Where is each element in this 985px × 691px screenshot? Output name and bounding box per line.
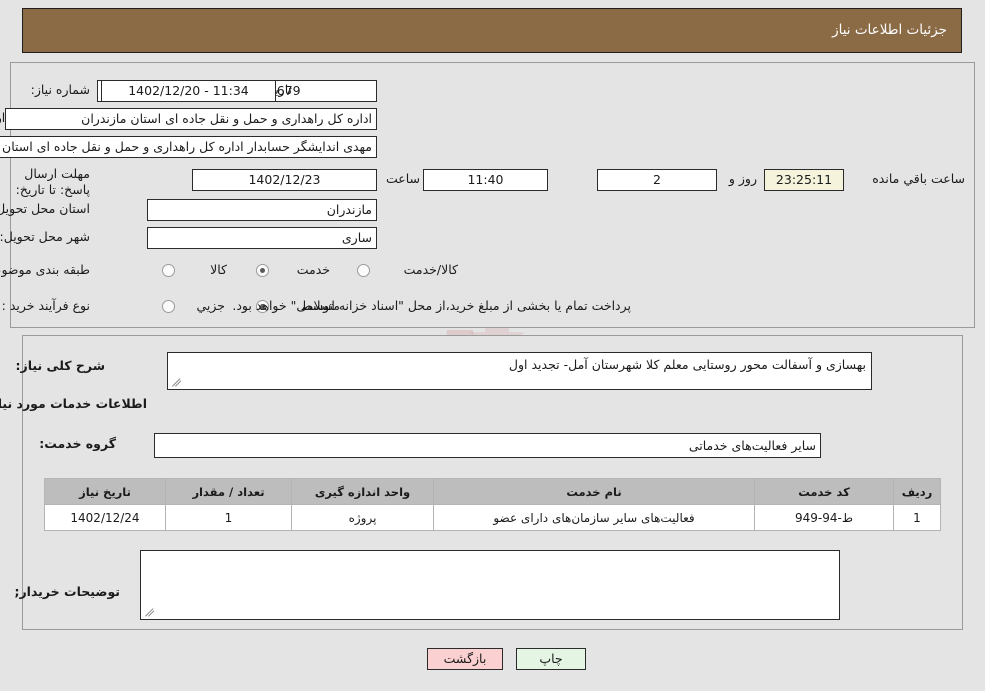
resize-grip-icon-notes[interactable]: [144, 605, 156, 617]
services-heading: اطلاعات خدمات مورد نیاز: [0, 396, 147, 411]
th-quantity: تعداد / مقدار: [165, 478, 292, 505]
field-buyer-org: اداره کل راهداری و حمل و نقل جاده ای است…: [5, 108, 377, 130]
label-need-summary: شرح کلی نیاز:: [15, 358, 105, 373]
label-service-group: گروه خدمت:: [39, 436, 116, 451]
need-summary-text: بهسازی و آسفالت محور روستایی معلم کلا شه…: [508, 357, 866, 372]
th-service-code: کد خدمت: [754, 478, 894, 505]
radio-category-khedmat[interactable]: [256, 264, 269, 277]
label-need-number: شماره نیاز:: [30, 82, 90, 97]
print-button[interactable]: چاپ: [516, 648, 586, 670]
field-announce-datetime: 11:34 - 1402/12/20: [101, 80, 276, 102]
field-requester: مهدی اندایشگر حسابدار اداره کل راهداری و…: [0, 136, 377, 158]
label-hour: ساعت: [385, 171, 420, 186]
field-deadline-date: 1402/12/23: [192, 169, 377, 191]
label-buyer-notes: توضیحات خریدار;: [14, 584, 120, 599]
services-table: ردیف کد خدمت نام خدمت واحد اندازه گیری ت…: [44, 478, 941, 531]
label-remaining: ساعت باقي مانده: [872, 171, 965, 186]
label-category-khedmat: خدمت: [296, 262, 330, 277]
table-row: 1 ط-94-949 فعالیت‌های سایر سازمان‌های دا…: [44, 504, 941, 531]
radio-process-jozyi[interactable]: [162, 300, 175, 313]
cell-unit: پروژه: [291, 504, 434, 531]
cell-row: 1: [893, 504, 941, 531]
cell-need-date: 1402/12/24: [44, 504, 166, 531]
page-root: AnaTender.net جزئیات اطلاعات نیاز شماره …: [0, 0, 985, 691]
th-need-date: تاریخ نیاز: [44, 478, 166, 505]
field-remaining-time: 23:25:11: [764, 169, 844, 191]
label-category-kala-khedmat: کالا/خدمت: [403, 262, 458, 277]
label-province: استان محل تحویل:: [0, 201, 90, 216]
label-category: طبقه بندی موضوعی:: [0, 262, 90, 277]
resize-grip-icon[interactable]: [171, 375, 183, 387]
label-city: شهر محل تحویل:: [0, 229, 90, 244]
field-buyer-notes[interactable]: [140, 550, 840, 620]
th-unit: واحد اندازه گیری: [291, 478, 434, 505]
cell-service-name: فعالیت‌های سایر سازمان‌های دارای عضو: [433, 504, 755, 531]
label-process-type: نوع فرآیند خرید :: [1, 298, 90, 313]
field-remaining-days: 2: [597, 169, 717, 191]
label-days-and: روز و: [728, 171, 757, 186]
label-deadline: مهلت ارسال پاسخ: تا تاریخ:: [15, 166, 90, 197]
th-service-name: نام خدمت: [433, 478, 755, 505]
table-header-row: ردیف کد خدمت نام خدمت واحد اندازه گیری ت…: [44, 478, 941, 505]
field-deadline-hour: 11:40: [423, 169, 548, 191]
label-category-kala: کالا: [210, 262, 227, 277]
payment-note: پرداخت تمام یا بخشی از مبلغ خرید،از محل …: [232, 298, 631, 313]
page-title-bar: جزئیات اطلاعات نیاز: [22, 8, 962, 53]
field-need-summary[interactable]: بهسازی و آسفالت محور روستایی معلم کلا شه…: [167, 352, 872, 390]
back-button[interactable]: بازگشت: [427, 648, 503, 670]
page-title: جزئیات اطلاعات نیاز: [832, 22, 947, 38]
field-city: ساری: [147, 227, 377, 249]
field-service-group[interactable]: سایر فعالیت‌های خدماتی: [154, 433, 821, 458]
radio-category-kala-khedmat[interactable]: [357, 264, 370, 277]
radio-category-kala[interactable]: [162, 264, 175, 277]
label-process-jozyi: جزيي: [196, 298, 225, 313]
field-province: مازندران: [147, 199, 377, 221]
cell-quantity: 1: [165, 504, 292, 531]
cell-service-code: ط-94-949: [754, 504, 894, 531]
th-row: ردیف: [893, 478, 941, 505]
